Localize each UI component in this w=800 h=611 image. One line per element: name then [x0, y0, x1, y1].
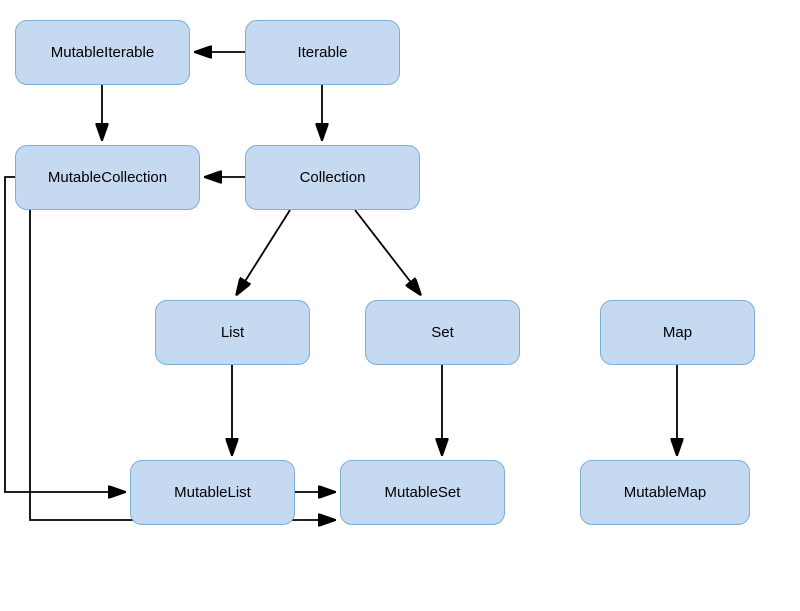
node-mutablelist-label: MutableList: [174, 484, 251, 501]
arrow-collection-to-list: [237, 210, 290, 294]
node-collection-label: Collection: [300, 169, 366, 186]
node-iterable: Iterable: [245, 20, 400, 85]
node-mutablemap-label: MutableMap: [624, 484, 707, 501]
node-map-label: Map: [663, 324, 692, 341]
node-mutablecollection-label: MutableCollection: [48, 169, 167, 186]
diagram: MutableIterable Iterable MutableCollecti…: [0, 0, 800, 611]
node-mutableiterable-label: MutableIterable: [51, 44, 154, 61]
node-collection: Collection: [245, 145, 420, 210]
arrow-collection-to-set: [355, 210, 420, 294]
node-set-label: Set: [431, 324, 454, 341]
node-set: Set: [365, 300, 520, 365]
node-map: Map: [600, 300, 755, 365]
node-list: List: [155, 300, 310, 365]
node-mutableset: MutableSet: [340, 460, 505, 525]
node-mutablecollection: MutableCollection: [15, 145, 200, 210]
arrow-mutablecollection-to-mutablelist: [5, 177, 124, 492]
node-mutablelist: MutableList: [130, 460, 295, 525]
node-mutableiterable: MutableIterable: [15, 20, 190, 85]
node-iterable-label: Iterable: [297, 44, 347, 61]
node-mutablemap: MutableMap: [580, 460, 750, 525]
node-mutableset-label: MutableSet: [385, 484, 461, 501]
node-list-label: List: [221, 324, 244, 341]
